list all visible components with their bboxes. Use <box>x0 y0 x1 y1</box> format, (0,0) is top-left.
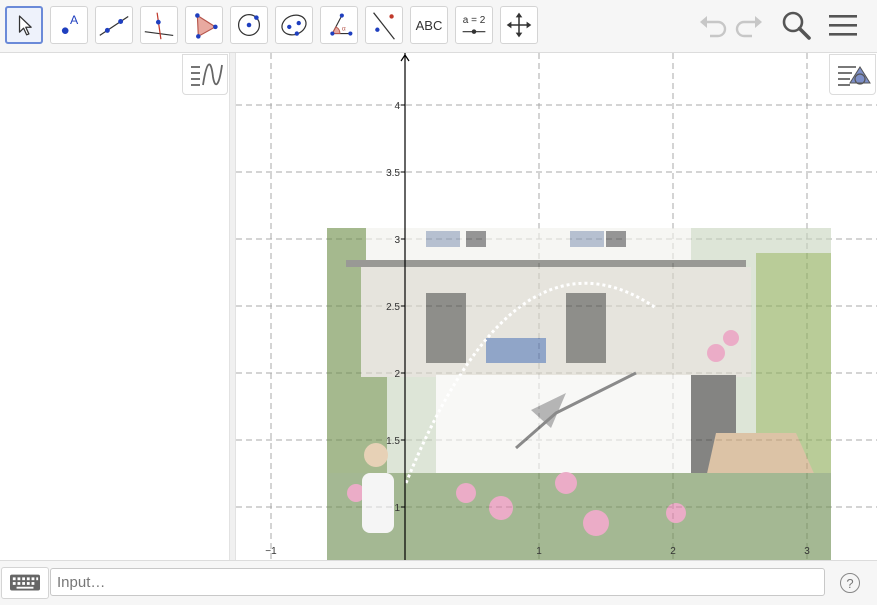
y-tick-label: 2 <box>394 369 400 380</box>
polygon-tool-button[interactable] <box>185 6 223 44</box>
svg-text:α: α <box>342 26 346 33</box>
undo-icon <box>700 16 727 38</box>
hamburger-menu-icon <box>829 15 857 36</box>
reflect-tool-button[interactable] <box>365 6 403 44</box>
search-button[interactable] <box>779 8 813 42</box>
reflect-icon <box>373 12 395 40</box>
angle-tool-button[interactable]: α <box>320 6 358 44</box>
x-tick-label: 2 <box>670 546 676 557</box>
y-tick-label: 1.5 <box>386 436 400 447</box>
algebra-view[interactable] <box>0 53 229 560</box>
algebra-view-toggle-icon <box>191 63 223 86</box>
point-icon: A <box>61 13 79 34</box>
garden-photo <box>327 228 831 560</box>
redo-icon <box>735 16 762 38</box>
text-tool-label: ABC <box>415 17 443 33</box>
keyboard-icon <box>10 574 40 591</box>
polygon-icon <box>195 13 218 39</box>
help-button[interactable]: ? <box>840 573 860 593</box>
virtual-keyboard-button[interactable] <box>1 567 49 599</box>
line-tool-button[interactable] <box>95 6 133 44</box>
move-graphics-view-tool-button[interactable] <box>500 6 538 44</box>
move-tool-button[interactable] <box>5 6 43 44</box>
input-bar: ? <box>0 560 877 605</box>
perpendicular-line-tool-button[interactable] <box>140 6 178 44</box>
circle-tool-button[interactable] <box>230 6 268 44</box>
line-icon <box>99 15 129 36</box>
y-tick-label: 2.5 <box>386 302 400 313</box>
style-bar-toggle-button[interactable] <box>829 54 876 95</box>
main-menu-button[interactable] <box>826 8 860 42</box>
style-bar-toggle-icon <box>838 66 871 86</box>
search-icon <box>782 11 811 40</box>
point-tool-button[interactable]: A <box>50 6 88 44</box>
undo-button[interactable] <box>696 8 730 42</box>
perpendicular-line-icon <box>144 12 174 40</box>
x-tick-label: 3 <box>804 546 810 557</box>
redo-button[interactable] <box>732 8 766 42</box>
move-arrow-icon <box>18 15 32 36</box>
graphics-view[interactable]: 4 3.5 3 2.5 2 1.5 1 −1 1 2 3 <box>236 53 877 560</box>
slider-tool-button[interactable]: a = 2 <box>455 6 493 44</box>
ellipse-icon <box>281 14 307 36</box>
x-tick-label: −1 <box>265 546 277 557</box>
y-tick-label: 3.5 <box>386 168 400 179</box>
input-field[interactable] <box>50 568 825 596</box>
svg-text:A: A <box>70 13 79 27</box>
graphics-canvas: 4 3.5 3 2.5 2 1.5 1 −1 1 2 3 <box>236 53 877 560</box>
circle-icon <box>237 13 261 37</box>
slider-icon <box>462 29 486 34</box>
help-icon: ? <box>846 575 854 591</box>
toolbar: A α ABC a = 2 <box>0 0 877 53</box>
panel-divider[interactable] <box>229 53 236 560</box>
algebra-view-toggle-button[interactable] <box>182 54 228 95</box>
y-tick-label: 1 <box>394 503 400 514</box>
angle-icon: α <box>330 13 353 36</box>
x-tick-label: 1 <box>536 546 542 557</box>
y-tick-label: 3 <box>394 235 400 246</box>
text-tool-button[interactable]: ABC <box>410 6 448 44</box>
ellipse-tool-button[interactable] <box>275 6 313 44</box>
move-graphics-view-icon <box>506 12 532 38</box>
y-tick-label: 4 <box>394 101 400 112</box>
